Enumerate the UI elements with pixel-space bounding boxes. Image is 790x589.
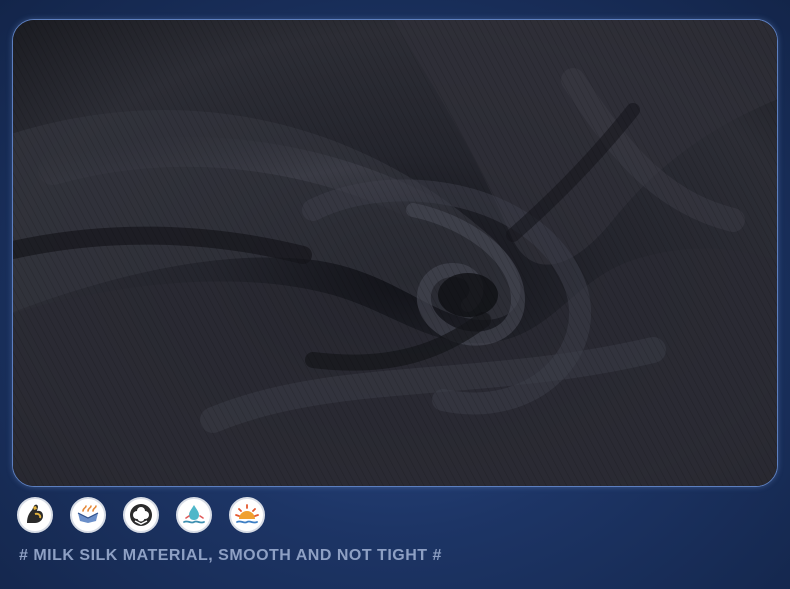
flexed-arm-icon (17, 497, 53, 533)
cotton-flower-icon (123, 497, 159, 533)
feature-icon-row (17, 497, 265, 537)
material-caption: # MILK SILK MATERIAL, SMOOTH AND NOT TIG… (19, 547, 442, 564)
fabric-photo (12, 19, 778, 487)
quick-dry-icon (176, 497, 212, 533)
fabric-swirl-image (13, 20, 777, 486)
sun-protection-icon (229, 497, 265, 533)
breathable-fabric-icon (70, 497, 106, 533)
